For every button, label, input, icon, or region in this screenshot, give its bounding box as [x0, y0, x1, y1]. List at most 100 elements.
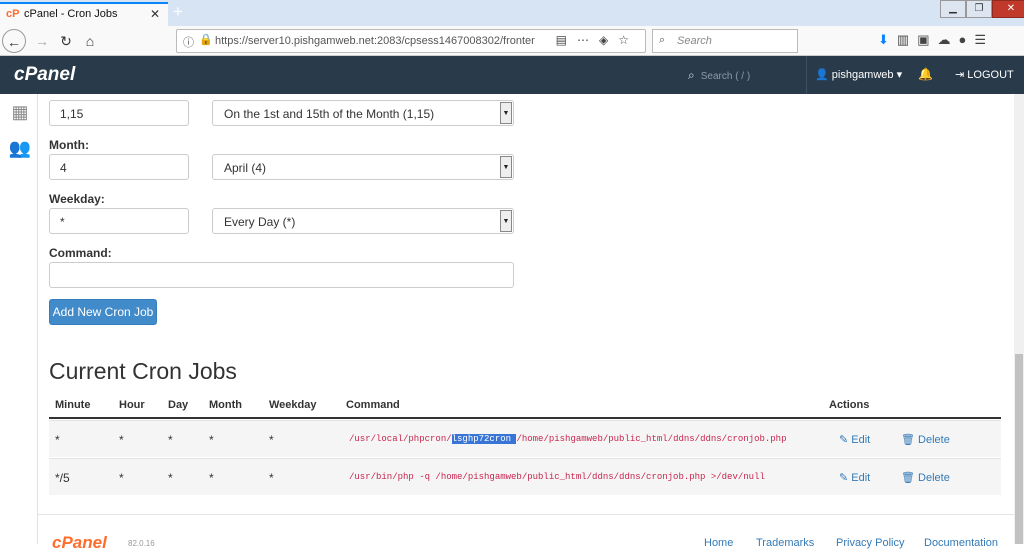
command-text: /usr/bin/php -q /home/pishgamweb/public_… [349, 472, 765, 482]
weekday-select-value: Every Day (*) [224, 215, 296, 229]
window-close-icon[interactable]: ✕ [992, 0, 1024, 18]
command-text-start: /usr/local/phpcron/ [349, 434, 452, 444]
table-row: */5 * * * * /usr/bin/php -q /home/pishga… [49, 458, 1001, 495]
users-icon[interactable]: 👥 [8, 138, 32, 158]
trash-icon: 🗑 [901, 472, 919, 484]
reload-icon[interactable]: ↻ [54, 29, 78, 53]
pencil-icon: ✎ [839, 434, 852, 446]
logout-button[interactable]: ⇥ LOGOUT [955, 68, 1014, 81]
library-icon[interactable]: ▥ [897, 32, 917, 47]
reader-view-icon[interactable]: ▤ [556, 33, 577, 47]
footer-link-documentation[interactable]: Documentation [924, 537, 998, 549]
browser-navbar: ← → ↻ ⌂ ⓘ 🔒 https://server10.pishgamweb.… [0, 26, 1024, 56]
caret-down-icon: ▾ [893, 69, 903, 81]
command-label: Command: [49, 246, 112, 260]
logout-icon: ⇥ [955, 69, 968, 81]
edit-label: Edit [851, 472, 871, 484]
cell-minute: * [55, 433, 60, 447]
add-cron-job-button[interactable]: Add New Cron Job [49, 299, 157, 325]
header-search-placeholder: Search ( / ) [700, 71, 751, 82]
footer-link-privacy[interactable]: Privacy Policy [836, 537, 904, 549]
cpanel-logo[interactable]: cPanel [14, 64, 75, 86]
edit-label: Edit [851, 434, 871, 446]
footer-link-home[interactable]: Home [704, 537, 733, 549]
toolbar-icons: ⬇▥▣☁●☰ [878, 32, 994, 48]
maximize-icon[interactable]: ❐ [966, 0, 992, 18]
search-icon: ⌕ [659, 34, 666, 46]
day-input[interactable]: 1,15 [49, 100, 189, 126]
cell-weekday: * [269, 433, 274, 447]
menu-icon[interactable]: ☰ [974, 32, 994, 47]
browser-search-placeholder: Search [677, 35, 712, 47]
bell-icon[interactable]: 🔔 [918, 67, 933, 81]
col-minute: Minute [55, 399, 91, 411]
minimize-icon[interactable]: ▁ [940, 0, 966, 18]
cell-command[interactable]: /usr/bin/php -q /home/pishgamweb/public_… [349, 472, 765, 482]
scrollbar-thumb[interactable] [1015, 354, 1023, 544]
header-divider [806, 56, 807, 94]
page-scrollbar[interactable] [1014, 94, 1024, 544]
sync-icon[interactable]: ☁ [938, 32, 959, 47]
delete-link[interactable]: 🗑 Delete [901, 471, 950, 484]
bookmark-star-icon[interactable]: ☆ [618, 33, 639, 47]
header-search[interactable]: ⌕ Search ( / ) [688, 68, 750, 83]
home-icon[interactable]: ⌂ [78, 29, 102, 53]
sidebar-toggle-icon[interactable]: ▣ [917, 32, 937, 47]
month-label: Month: [49, 138, 89, 152]
user-menu[interactable]: 👤 pishgamweb ▾ [815, 68, 902, 81]
grid-icon[interactable]: ▦ [8, 102, 32, 122]
forward-icon[interactable]: → [30, 29, 54, 53]
close-tab-icon[interactable]: ✕ [150, 7, 160, 21]
current-cron-jobs-heading: Current Cron Jobs [49, 358, 237, 384]
col-month: Month [209, 399, 242, 411]
cpanel-header: cPanel ⌕ Search ( / ) 👤 pishgamweb ▾ 🔔 ⇥ … [0, 56, 1024, 94]
col-day: Day [168, 399, 189, 411]
url-actions: ▤⋯◈☆ [556, 33, 639, 47]
user-icon: 👤 [815, 69, 832, 81]
url-text[interactable]: https://server10.pishgamweb.net:2083/cps… [215, 35, 535, 47]
weekday-input[interactable]: * [49, 208, 189, 234]
logout-label: LOGOUT [967, 69, 1014, 81]
month-input[interactable]: 4 [49, 154, 189, 180]
lock-icon: 🔒 [199, 34, 213, 46]
delete-label: Delete [918, 472, 950, 484]
cell-minute: */5 [55, 471, 70, 485]
search-icon: ⌕ [688, 68, 695, 82]
browser-titlebar: cP cPanel - Cron Jobs ✕ + ▁ ❐ ✕ [0, 0, 1024, 26]
col-command: Command [346, 399, 400, 411]
delete-link[interactable]: 🗑 Delete [901, 433, 950, 446]
dropdown-arrow-icon[interactable]: ▼ [500, 156, 512, 178]
shield-icon[interactable]: ◈ [599, 33, 618, 47]
page-actions-icon[interactable]: ⋯ [577, 33, 599, 47]
dropdown-arrow-icon[interactable]: ▼ [500, 102, 512, 124]
table-row: * * * * * /usr/local/phpcron/lsghp72cron… [49, 420, 1001, 457]
cell-command[interactable]: /usr/local/phpcron/lsghp72cron /home/pis… [349, 434, 786, 444]
footer-link-trademarks[interactable]: Trademarks [756, 537, 814, 549]
edit-link[interactable]: ✎ Edit [839, 433, 870, 446]
cell-day: * [168, 471, 173, 485]
account-icon[interactable]: ● [959, 32, 975, 47]
edit-link[interactable]: ✎ Edit [839, 471, 870, 484]
new-tab-icon[interactable]: + [173, 2, 183, 22]
cell-month: * [209, 471, 214, 485]
info-icon[interactable]: ⓘ [183, 34, 194, 50]
col-actions: Actions [829, 399, 870, 411]
cell-hour: * [119, 433, 124, 447]
dropdown-arrow-icon[interactable]: ▼ [500, 210, 512, 232]
delete-label: Delete [918, 434, 950, 446]
month-select[interactable]: April (4) ▼ [212, 154, 514, 180]
weekday-select[interactable]: Every Day (*) ▼ [212, 208, 514, 234]
day-select[interactable]: On the 1st and 15th of the Month (1,15) ▼ [212, 100, 514, 126]
month-select-value: April (4) [224, 161, 267, 175]
browser-tab[interactable]: cP cPanel - Cron Jobs ✕ [0, 2, 168, 26]
cron-table-header: Minute Hour Day Month Weekday Command Ac… [49, 397, 1001, 419]
browser-search-box[interactable]: ⌕ Search [652, 29, 798, 53]
cpanel-favicon-icon: cP [6, 8, 20, 20]
cell-hour: * [119, 471, 124, 485]
cell-day: * [168, 433, 173, 447]
download-icon[interactable]: ⬇ [878, 32, 897, 47]
command-input[interactable] [49, 262, 514, 288]
url-bar[interactable]: ⓘ 🔒 https://server10.pishgamweb.net:2083… [176, 29, 646, 53]
back-icon[interactable]: ← [2, 29, 26, 53]
day-select-value: On the 1st and 15th of the Month (1,15) [224, 107, 435, 121]
